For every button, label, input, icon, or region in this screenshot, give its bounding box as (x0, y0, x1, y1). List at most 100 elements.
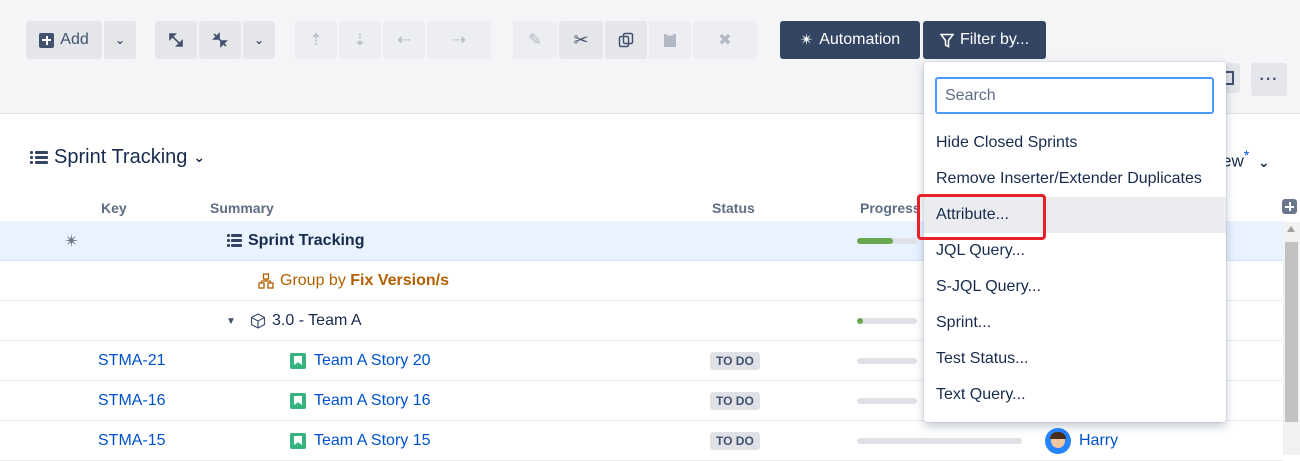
summary-link[interactable]: Team A Story 16 (314, 392, 431, 410)
status-cell: TO DO (710, 421, 760, 461)
menu-item-text-query[interactable]: Text Query... (924, 377, 1226, 413)
column-header-summary[interactable]: Summary (210, 200, 274, 216)
automation-button[interactable]: ✴ Automation (780, 21, 920, 59)
cut-button[interactable]: ✂ (559, 21, 603, 59)
copy-button[interactable] (605, 21, 647, 59)
progress-bar (857, 358, 917, 364)
automation-label: Automation (819, 31, 901, 48)
add-button[interactable]: Add (26, 21, 102, 59)
filter-label: Filter by... (959, 31, 1030, 48)
copy-icon (618, 32, 634, 48)
progress-bar (857, 438, 1022, 444)
automation-wand-icon: ✴ (799, 32, 814, 49)
add-icon (39, 32, 55, 48)
progress-fill (857, 318, 863, 324)
paste-button[interactable] (649, 21, 691, 59)
group-by-field: Fix Version/s (350, 272, 449, 289)
delete-icon: ✖ (718, 32, 732, 49)
vertical-scrollbar[interactable] (1283, 222, 1300, 455)
paste-icon (664, 32, 676, 47)
filter-search-input[interactable] (935, 77, 1214, 114)
summary-text: Sprint Tracking (248, 232, 365, 249)
table-row[interactable]: STMA-15 Team A Story 15 TO DO Harry (0, 421, 1283, 461)
issue-key-link[interactable]: STMA-16 (98, 381, 166, 421)
summary-cell: Group by Fix Version/s (258, 261, 449, 301)
more-actions-button[interactable]: ··· (1251, 63, 1287, 96)
summary-link[interactable]: Team A Story 20 (314, 352, 431, 370)
status-badge[interactable]: TO DO (710, 392, 760, 410)
column-header-progress[interactable]: Progress (860, 200, 921, 216)
edit-button[interactable]: ✎ (513, 21, 557, 59)
column-header-status[interactable]: Status (712, 200, 755, 216)
collapse-button[interactable] (199, 21, 241, 59)
issue-key-link[interactable]: STMA-21 (98, 341, 166, 381)
filter-by-button[interactable]: Filter by... (923, 21, 1046, 59)
status-badge[interactable]: TO DO (710, 432, 760, 450)
assignee-name[interactable]: Harry (1079, 432, 1118, 450)
progress-fill (857, 238, 893, 244)
cut-icon: ✂ (573, 29, 589, 50)
move-right-button[interactable]: ⇢ (427, 21, 491, 59)
group-icon (258, 273, 274, 289)
story-icon (290, 353, 306, 369)
menu-item-sprint[interactable]: Sprint... (924, 305, 1226, 341)
chevron-down-icon: ⌄ (253, 33, 265, 47)
expand-button[interactable] (155, 21, 197, 59)
column-header-key[interactable]: Key (101, 200, 127, 216)
collapse-icon (212, 32, 228, 48)
status-cell: TO DO (710, 341, 760, 381)
more-icon: ··· (1259, 70, 1279, 88)
menu-item-sjql-query[interactable]: S-JQL Query... (924, 269, 1226, 305)
menu-item-test-status[interactable]: Test Status... (924, 341, 1226, 377)
view-modified-marker: * (1243, 148, 1250, 164)
summary-text: 3.0 - Team A (272, 312, 362, 329)
menu-item-hide-closed-sprints[interactable]: Hide Closed Sprints (924, 125, 1226, 161)
collapse-dropdown-button[interactable]: ⌄ (243, 21, 275, 59)
chevron-down-icon: ⌄ (114, 33, 126, 47)
progress-bar (857, 398, 917, 404)
view-selector[interactable]: ew* ⌄ (1222, 148, 1270, 172)
structure-title-text: Sprint Tracking (54, 146, 188, 168)
structure-icon (227, 234, 242, 248)
summary-cell: Sprint Tracking (227, 221, 364, 261)
add-dropdown-button[interactable]: ⌄ (104, 21, 136, 59)
assignee-cell: Harry (1045, 421, 1118, 461)
add-button-label: Add (60, 31, 89, 48)
move-up-button[interactable]: ⇡ (295, 21, 337, 59)
group-by-prefix: Group by (280, 272, 351, 289)
move-left-icon: ⇠ (397, 32, 411, 49)
version-icon (250, 313, 266, 329)
summary-link[interactable]: Team A Story 15 (314, 432, 431, 450)
progress-bar (857, 318, 917, 324)
move-down-button[interactable]: ⇣ (339, 21, 381, 59)
expand-icon (169, 33, 183, 47)
move-right-icon: ⇢ (452, 32, 466, 49)
automation-wand-icon: ✴ (64, 230, 80, 251)
progress-bar (857, 238, 917, 244)
highlight-annotation (917, 194, 1046, 240)
chevron-down-icon: ⌄ (193, 149, 206, 165)
summary-cell: 3.0 - Team A (250, 301, 362, 341)
move-left-button[interactable]: ⇠ (383, 21, 425, 59)
move-down-icon: ⇣ (353, 32, 367, 49)
collapse-toggle-icon[interactable]: ▼ (226, 301, 236, 341)
summary-cell: Team A Story 16 (290, 381, 431, 421)
summary-cell: Team A Story 20 (290, 341, 431, 381)
user-avatar (1045, 428, 1071, 454)
scrollbar-thumb[interactable] (1285, 242, 1298, 422)
status-cell: TO DO (710, 381, 760, 421)
story-icon (290, 393, 306, 409)
story-icon (290, 433, 306, 449)
delete-button[interactable]: ✖ (693, 21, 757, 59)
menu-item-remove-duplicates[interactable]: Remove Inserter/Extender Duplicates (924, 161, 1226, 197)
chevron-down-icon: ⌄ (1257, 153, 1270, 170)
filter-dropdown-menu: Hide Closed Sprints Remove Inserter/Exte… (924, 62, 1226, 422)
structure-icon (30, 150, 48, 165)
issue-key-link[interactable]: STMA-15 (98, 421, 166, 461)
structure-title[interactable]: Sprint Tracking ⌄ (30, 146, 205, 169)
filter-icon (939, 33, 954, 48)
status-badge[interactable]: TO DO (710, 352, 760, 370)
edit-icon: ✎ (528, 32, 542, 49)
add-column-icon[interactable] (1282, 199, 1297, 214)
scroll-up-icon[interactable] (1287, 226, 1295, 232)
